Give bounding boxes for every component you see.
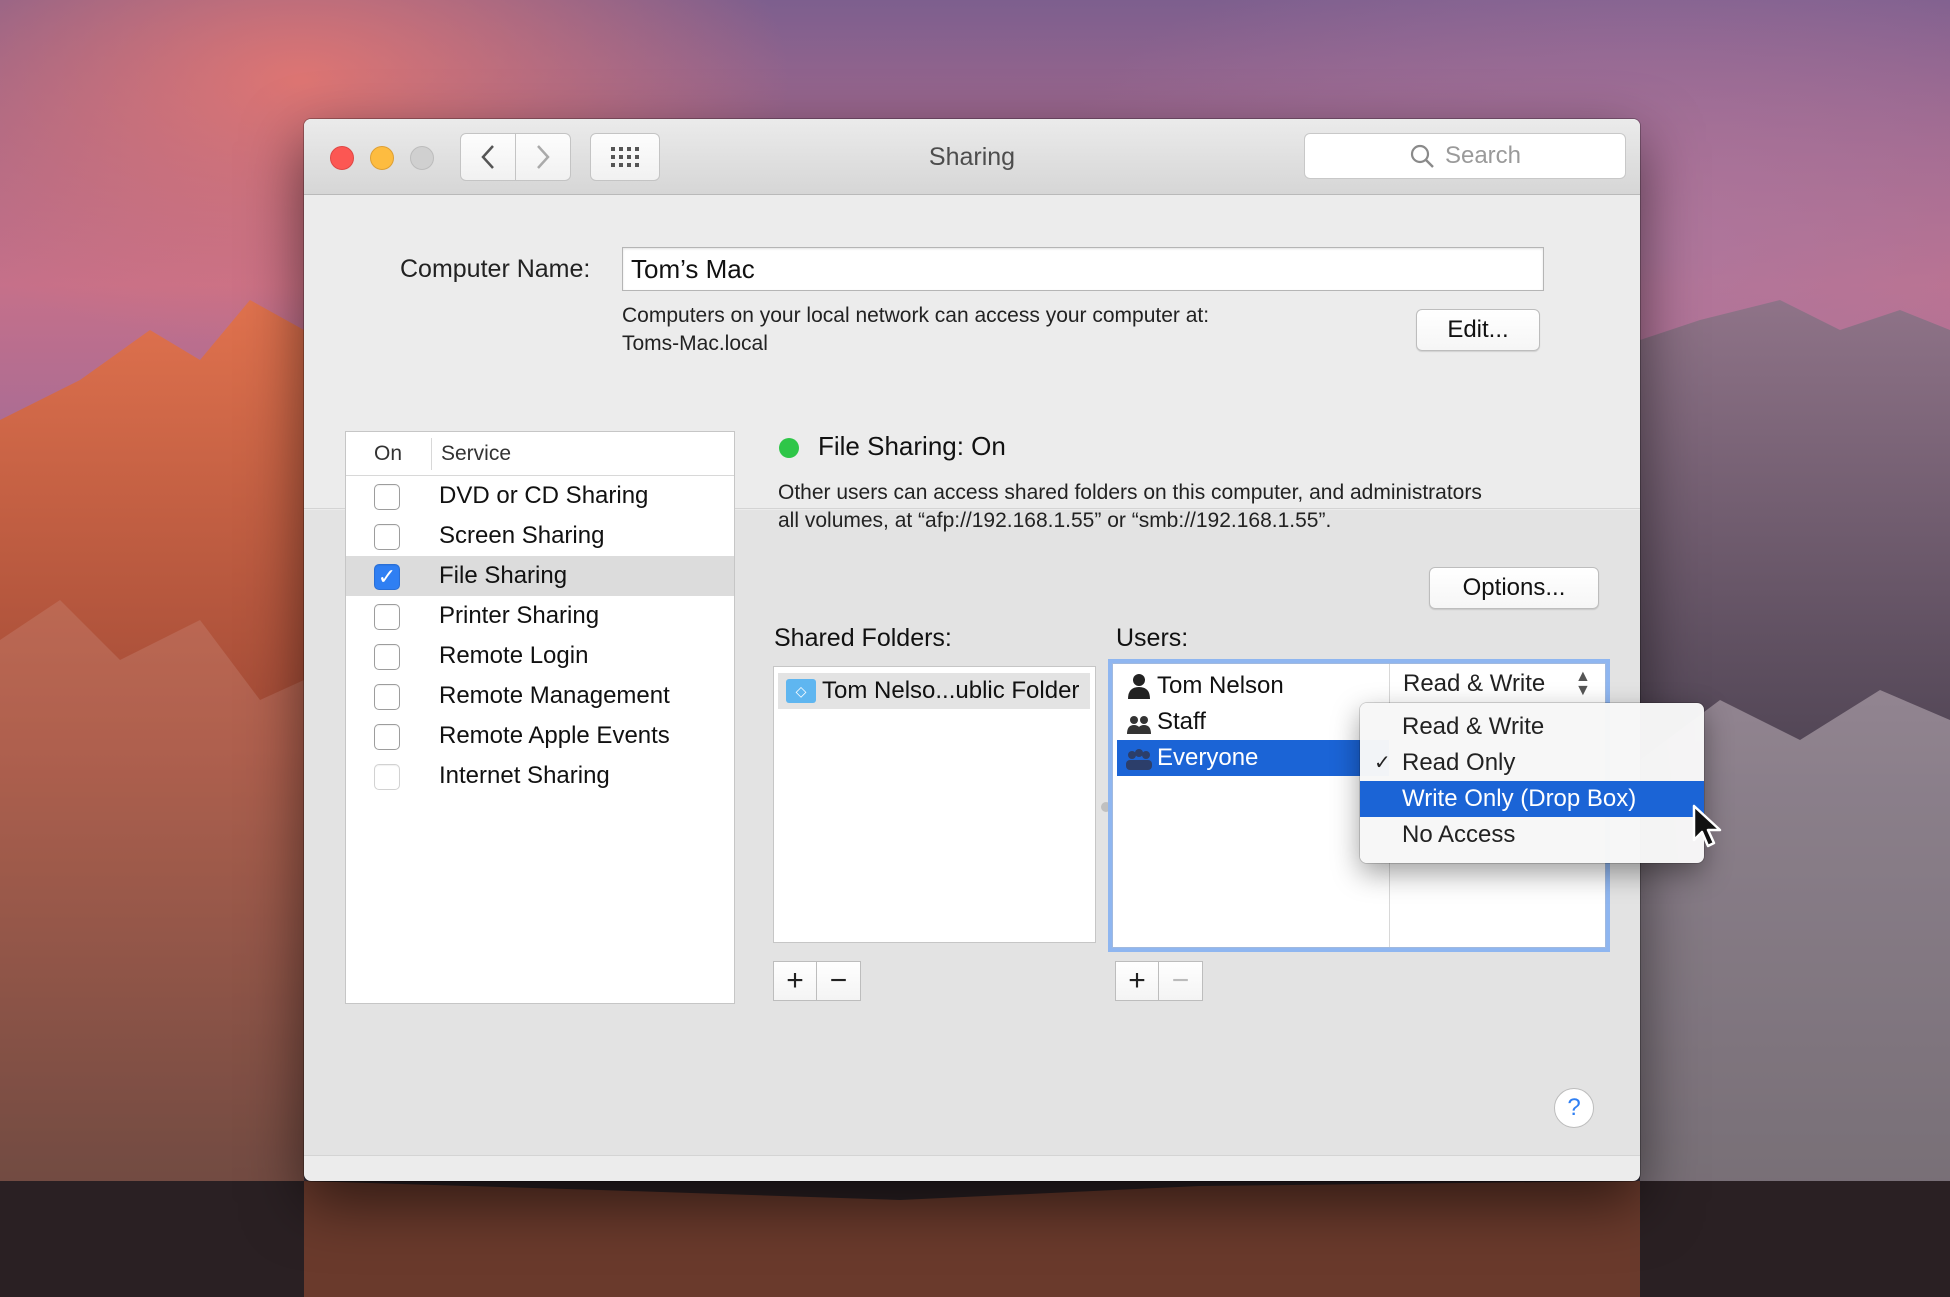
column-divider [431,438,432,470]
menu-item-no-access[interactable]: No Access [1360,817,1704,853]
edit-button[interactable]: Edit... [1416,309,1540,351]
service-status: File Sharing: On [818,431,1006,461]
service-row-printer-sharing[interactable]: Printer Sharing [346,596,734,636]
service-checkbox[interactable] [374,524,400,550]
everyone-icon [1126,749,1152,770]
add-folder-button[interactable]: + [773,961,817,1001]
menu-item-read-write[interactable]: Read & Write [1360,709,1704,745]
add-user-button[interactable]: + [1115,961,1159,1001]
menu-item-label: Write Only (Drop Box) [1402,785,1637,812]
help-button[interactable]: ? [1554,1088,1594,1128]
shared-folder-icon: ◇ [786,679,816,703]
service-label: File Sharing [439,562,568,589]
user-name: Tom Nelson [1157,672,1284,699]
service-label: DVD or CD Sharing [439,482,649,509]
search-field[interactable]: Search [1304,133,1626,179]
shared-folders-label: Shared Folders: [774,624,952,652]
remove-user-button[interactable]: − [1159,961,1203,1001]
service-row-file-sharing[interactable]: ✓ File Sharing [346,556,734,596]
shared-folders-add-remove: + − [773,961,861,1001]
menu-item-label: Read Only [1402,749,1516,776]
search-placeholder: Search [1444,142,1522,169]
service-row-dvd-sharing[interactable]: DVD or CD Sharing [346,476,734,516]
permission-menu: Read & Write ✓ Read Only Write Only (Dro… [1360,703,1704,863]
shared-folder-name: Tom Nelso...ublic Folder [822,677,1080,704]
user-name: Everyone [1157,744,1259,771]
service-checkbox[interactable] [374,764,400,790]
service-checkbox[interactable] [374,684,400,710]
service-row-screen-sharing[interactable]: Screen Sharing [346,516,734,556]
service-info: Other users can access shared folders on… [778,481,1482,504]
permission-select-tom-nelson[interactable]: Read & Write [1403,670,1545,698]
user-icon [1128,674,1150,699]
user-row-everyone[interactable]: Everyone [1117,740,1389,776]
mouse-pointer-icon [1692,804,1722,848]
service-address: all volumes, at “afp://192.168.1.55” or … [778,509,1332,532]
service-checkbox[interactable] [374,644,400,670]
menu-item-write-only[interactable]: Write Only (Drop Box) [1360,781,1704,817]
group-icon [1127,716,1151,734]
column-header-service[interactable]: Service [441,442,511,466]
service-label: Remote Management [439,682,670,709]
service-label: Remote Apple Events [439,722,670,749]
menu-item-read-only[interactable]: ✓ Read Only [1360,745,1704,781]
menu-item-label: Read & Write [1402,713,1545,740]
title-bar: Sharing Search [304,119,1640,195]
status-indicator [779,438,799,458]
service-checkbox[interactable] [374,484,400,510]
service-row-remote-login[interactable]: Remote Login [346,636,734,676]
service-label: Screen Sharing [439,522,605,549]
remove-folder-button[interactable]: − [817,961,861,1001]
sharing-window: Sharing Search Computer Name: Tom’s Mac … [304,119,1640,1181]
computer-name-description: Computers on your local network can acce… [622,304,1210,327]
users-add-remove: + − [1115,961,1203,1001]
users-label: Users: [1116,624,1189,652]
service-label: Printer Sharing [439,602,600,629]
service-label: Remote Login [439,642,589,669]
service-list: On Service DVD or CD Sharing Screen Shar… [345,431,735,1004]
service-list-header: On Service [346,432,734,476]
computer-name-label: Computer Name: [400,255,591,283]
service-label: Internet Sharing [439,762,610,789]
user-row-tom-nelson[interactable]: Tom Nelson [1117,668,1389,704]
computer-name-input[interactable]: Tom’s Mac [622,247,1544,291]
shared-folders-list: ◇ Tom Nelso...ublic Folder [773,666,1096,943]
search-icon [1410,144,1434,168]
column-header-on[interactable]: On [374,442,402,466]
service-checkbox[interactable] [374,604,400,630]
user-row-staff[interactable]: Staff [1117,704,1389,740]
service-checkbox[interactable] [374,724,400,750]
options-button[interactable]: Options... [1429,567,1599,609]
split-handle[interactable] [1101,802,1111,812]
service-row-remote-management[interactable]: Remote Management [346,676,734,716]
updown-arrows-icon: ▲ ▼ [1575,668,1591,699]
checkmark-icon: ✓ [1374,752,1391,774]
service-row-internet-sharing[interactable]: Internet Sharing [346,756,734,796]
user-name: Staff [1157,708,1206,735]
menu-item-label: No Access [1402,821,1516,848]
shared-folder-row[interactable]: ◇ Tom Nelso...ublic Folder [778,673,1090,709]
service-checkbox-checked[interactable]: ✓ [374,564,400,590]
local-hostname: Toms-Mac.local [622,332,768,355]
service-row-remote-apple-events[interactable]: Remote Apple Events [346,716,734,756]
